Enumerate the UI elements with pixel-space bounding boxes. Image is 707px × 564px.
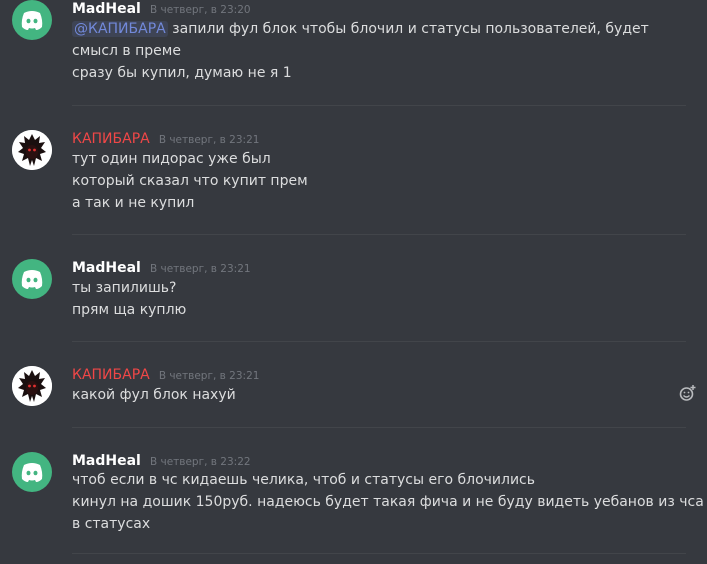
message-line: смысл в преме <box>72 43 181 59</box>
message-line: который сказал что купит прем <box>72 173 308 189</box>
message-timestamp: В четверг, в 23:21 <box>158 370 260 382</box>
dark-creature-avatar-icon <box>12 366 52 406</box>
user-avatar[interactable] <box>12 259 52 299</box>
user-avatar[interactable] <box>12 452 52 492</box>
discord-logo-icon <box>21 270 43 289</box>
message-line: ты запилишь? <box>72 280 177 296</box>
message-content: тут один пидорас уже был который сказал … <box>72 148 308 214</box>
message-header: КАПИБАРА В четверг, в 23:21 <box>72 364 259 383</box>
user-avatar[interactable] <box>12 366 52 406</box>
author-name[interactable]: MadHeal <box>72 1 141 17</box>
message-line: чтоб если в чс кидаешь челика, чтоб и ст… <box>72 472 536 488</box>
message-content: ты запилишь? прям ща куплю <box>72 277 186 321</box>
user-mention[interactable]: @КАПИБАРА <box>72 21 168 37</box>
message-content: чтоб если в чс кидаешь челика, чтоб и ст… <box>72 469 704 535</box>
message-line: кинул на дошик 150руб. надеюсь будет так… <box>72 494 704 510</box>
author-name[interactable]: КАПИБАРА <box>72 367 150 383</box>
author-name[interactable]: КАПИБАРА <box>72 131 150 147</box>
message-line: сразу бы купил, думаю не я 1 <box>72 65 292 81</box>
message-text: запили фул блок чтобы блочил и статусы п… <box>172 21 649 37</box>
message-divider <box>72 341 686 342</box>
message-line: прям ща куплю <box>72 302 187 318</box>
message-header: MadHeal В четверг, в 23:21 <box>72 257 251 276</box>
message-header: КАПИБАРА В четверг, в 23:21 <box>72 128 259 147</box>
dark-creature-avatar-icon <box>12 130 52 170</box>
message-line: тут один пидорас уже был <box>72 151 271 167</box>
message-line: @КАПИБАРА запили фул блок чтобы блочил и… <box>72 18 649 40</box>
message-header: MadHeal В четверг, в 23:20 <box>72 0 251 17</box>
message-divider <box>72 553 686 554</box>
message-content: какой фул блок нахуй <box>72 384 236 406</box>
message-timestamp: В четверг, в 23:20 <box>149 4 251 16</box>
message-content: @КАПИБАРА запили фул блок чтобы блочил и… <box>72 18 649 84</box>
message-divider <box>72 427 686 428</box>
discord-logo-icon <box>21 11 43 30</box>
message-header: MadHeal В четверг, в 23:22 <box>72 450 251 469</box>
message-timestamp: В четверг, в 23:21 <box>158 134 260 146</box>
add-reaction-button[interactable] <box>679 384 697 402</box>
add-reaction-icon <box>679 385 696 401</box>
message-line: а так и не купил <box>72 195 195 211</box>
discord-logo-icon <box>21 463 43 482</box>
message-line: какой фул блок нахуй <box>72 387 236 403</box>
user-avatar[interactable] <box>12 130 52 170</box>
author-name[interactable]: MadHeal <box>72 260 141 276</box>
message-divider <box>72 234 686 235</box>
author-name[interactable]: MadHeal <box>72 453 141 469</box>
message-divider <box>72 105 686 106</box>
message-line: в статусах <box>72 516 151 532</box>
user-avatar[interactable] <box>12 0 52 40</box>
message-timestamp: В четверг, в 23:21 <box>149 263 251 275</box>
message-timestamp: В четверг, в 23:22 <box>149 456 251 468</box>
